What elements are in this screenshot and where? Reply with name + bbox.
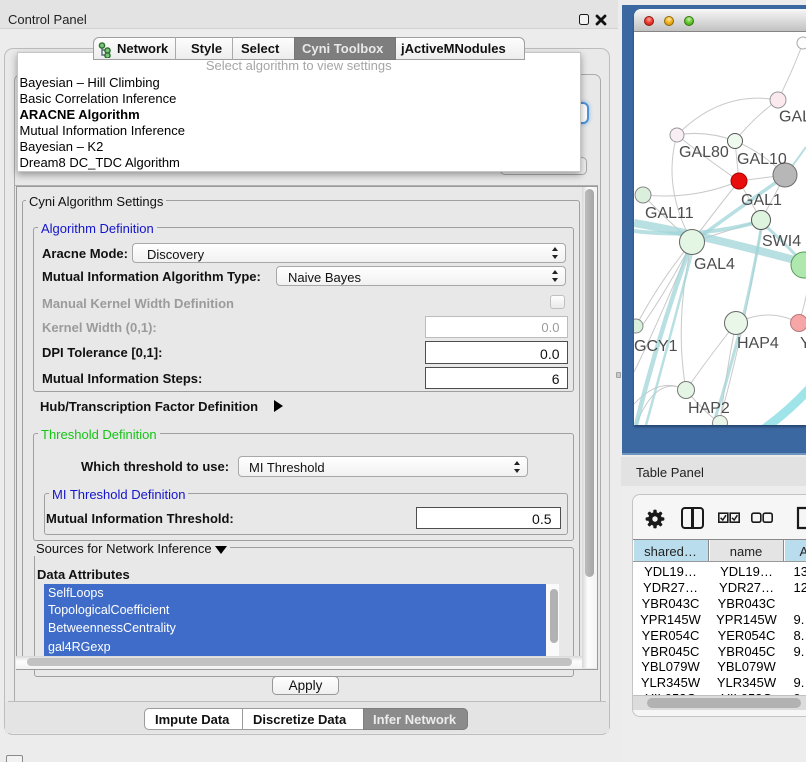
svg-text:GAL80: GAL80 — [679, 144, 729, 161]
svg-text:HAP2: HAP2 — [688, 400, 730, 417]
svg-text:GAL11: GAL11 — [645, 205, 694, 222]
svg-text:HAP4: HAP4 — [737, 335, 779, 352]
svg-text:GCY1: GCY1 — [634, 338, 678, 355]
svg-text:Y: Y — [800, 335, 806, 352]
svg-text:GAL8: GAL8 — [779, 108, 806, 125]
svg-text:GAL4: GAL4 — [694, 256, 735, 273]
svg-text:SWI4: SWI4 — [762, 233, 801, 250]
svg-text:GAL1: GAL1 — [741, 192, 782, 209]
svg-text:GAL10: GAL10 — [737, 151, 787, 168]
